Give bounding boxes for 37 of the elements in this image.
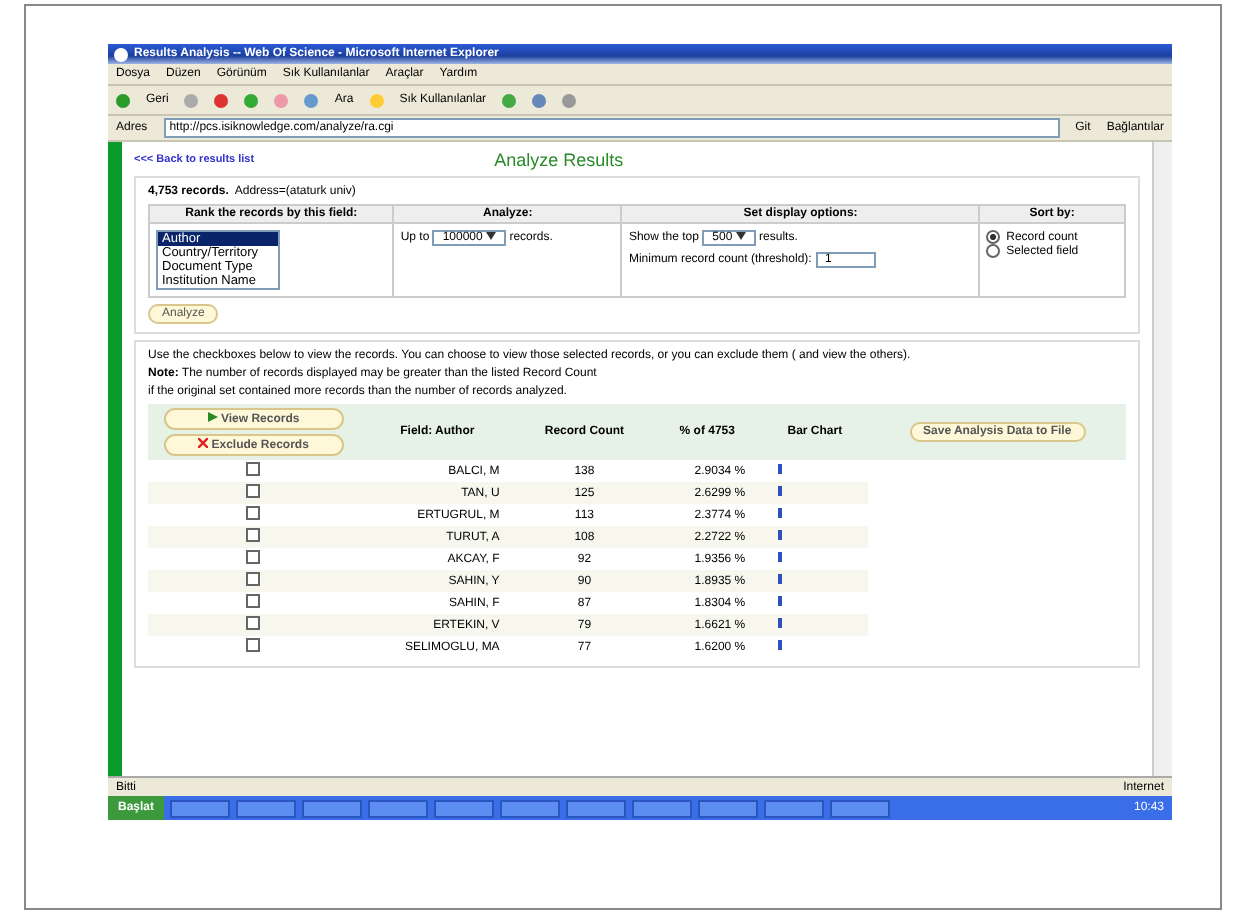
- taskbar-button[interactable]: [698, 799, 759, 817]
- taskbar-button[interactable]: [830, 799, 891, 817]
- taskbar-button[interactable]: [764, 799, 825, 817]
- caret-icon: [735, 232, 746, 240]
- caret-icon: [486, 232, 497, 240]
- taskbar-button[interactable]: [500, 799, 561, 817]
- bar-mark: [777, 508, 782, 518]
- checkbox[interactable]: [246, 462, 261, 476]
- radio-button[interactable]: [986, 244, 1001, 258]
- bar-mark: [777, 464, 782, 474]
- radio-button[interactable]: [986, 230, 1001, 244]
- checkbox[interactable]: [246, 572, 261, 586]
- taskbar-button[interactable]: [302, 799, 363, 817]
- scrollbar[interactable]: [1152, 142, 1172, 776]
- taskbar-button[interactable]: [566, 799, 627, 817]
- taskbar-button[interactable]: [236, 799, 297, 817]
- taskbar-button[interactable]: [632, 799, 693, 817]
- bar-mark: [777, 640, 782, 650]
- taskbar-button[interactable]: [434, 799, 495, 817]
- checkbox[interactable]: [246, 528, 261, 542]
- page-title: Analyze Results: [494, 150, 624, 170]
- checkbox[interactable]: [246, 550, 261, 564]
- bar-mark: [777, 574, 782, 584]
- bar-mark: [777, 596, 782, 606]
- taskbar-button[interactable]: [368, 799, 429, 817]
- bar-mark: [777, 486, 782, 496]
- bar-mark: [777, 552, 782, 562]
- checkbox[interactable]: [246, 616, 261, 630]
- bar-mark: [777, 530, 782, 540]
- checkbox[interactable]: [246, 594, 261, 608]
- checkbox[interactable]: [246, 638, 261, 652]
- checkbox[interactable]: [246, 506, 261, 520]
- bar-mark: [777, 618, 782, 628]
- checkbox[interactable]: [246, 484, 261, 498]
- arrow-icon: [207, 412, 218, 422]
- cross-icon: [198, 438, 209, 448]
- taskbar-button[interactable]: [170, 799, 231, 817]
